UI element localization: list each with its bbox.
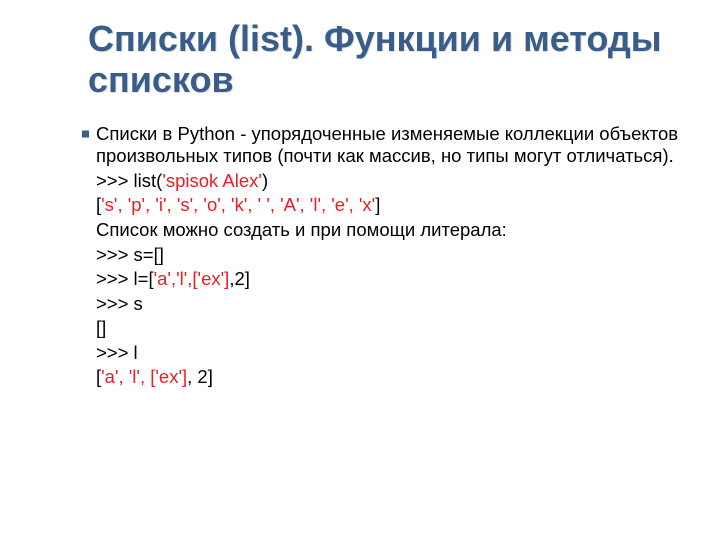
string-literal: 'spisok Alex' (162, 170, 262, 191)
code-line-1: >>> list('spisok Alex') (96, 170, 688, 193)
output-line-2: [] (96, 317, 688, 340)
list-items: 's', 'p', 'i', 's', 'o', 'k', ' ', 'A', … (101, 194, 375, 215)
code-text: >>> list( (96, 170, 162, 191)
code-text: ) (262, 170, 268, 191)
slide-body: Списки в Python - упорядоченные изменяем… (96, 123, 688, 389)
code-text: >>> l=[ (96, 268, 154, 289)
bracket: ] (375, 194, 380, 215)
intro-paragraph: Списки в Python - упорядоченные изменяем… (96, 123, 688, 168)
output-line-1: ['s', 'p', 'i', 's', 'o', 'k', ' ', 'A',… (96, 194, 688, 217)
code-line-4: >>> s (96, 293, 688, 316)
string-literal: 'a','l',['ex'] (154, 268, 230, 289)
output-line-3: ['a', 'l', ['ex'], 2] (96, 366, 688, 389)
code-line-2: >>> s=[] (96, 244, 688, 267)
code-line-5: >>> l (96, 342, 688, 365)
slide-title: Списки (list). Функции и методы списков (88, 18, 688, 101)
code-text: ,2] (229, 268, 250, 289)
code-line-3: >>> l=['a','l',['ex'],2] (96, 268, 688, 291)
list-items: 'a', 'l', ['ex'] (101, 366, 187, 387)
list-tail: , 2] (187, 366, 213, 387)
intro-text: Списки в Python - упорядоченные изменяем… (96, 123, 678, 167)
slide: Списки (list). Функции и методы списков … (0, 0, 720, 540)
bullet-icon (82, 130, 89, 137)
text-line-literal: Список можно создать и при помощи литера… (96, 219, 688, 242)
